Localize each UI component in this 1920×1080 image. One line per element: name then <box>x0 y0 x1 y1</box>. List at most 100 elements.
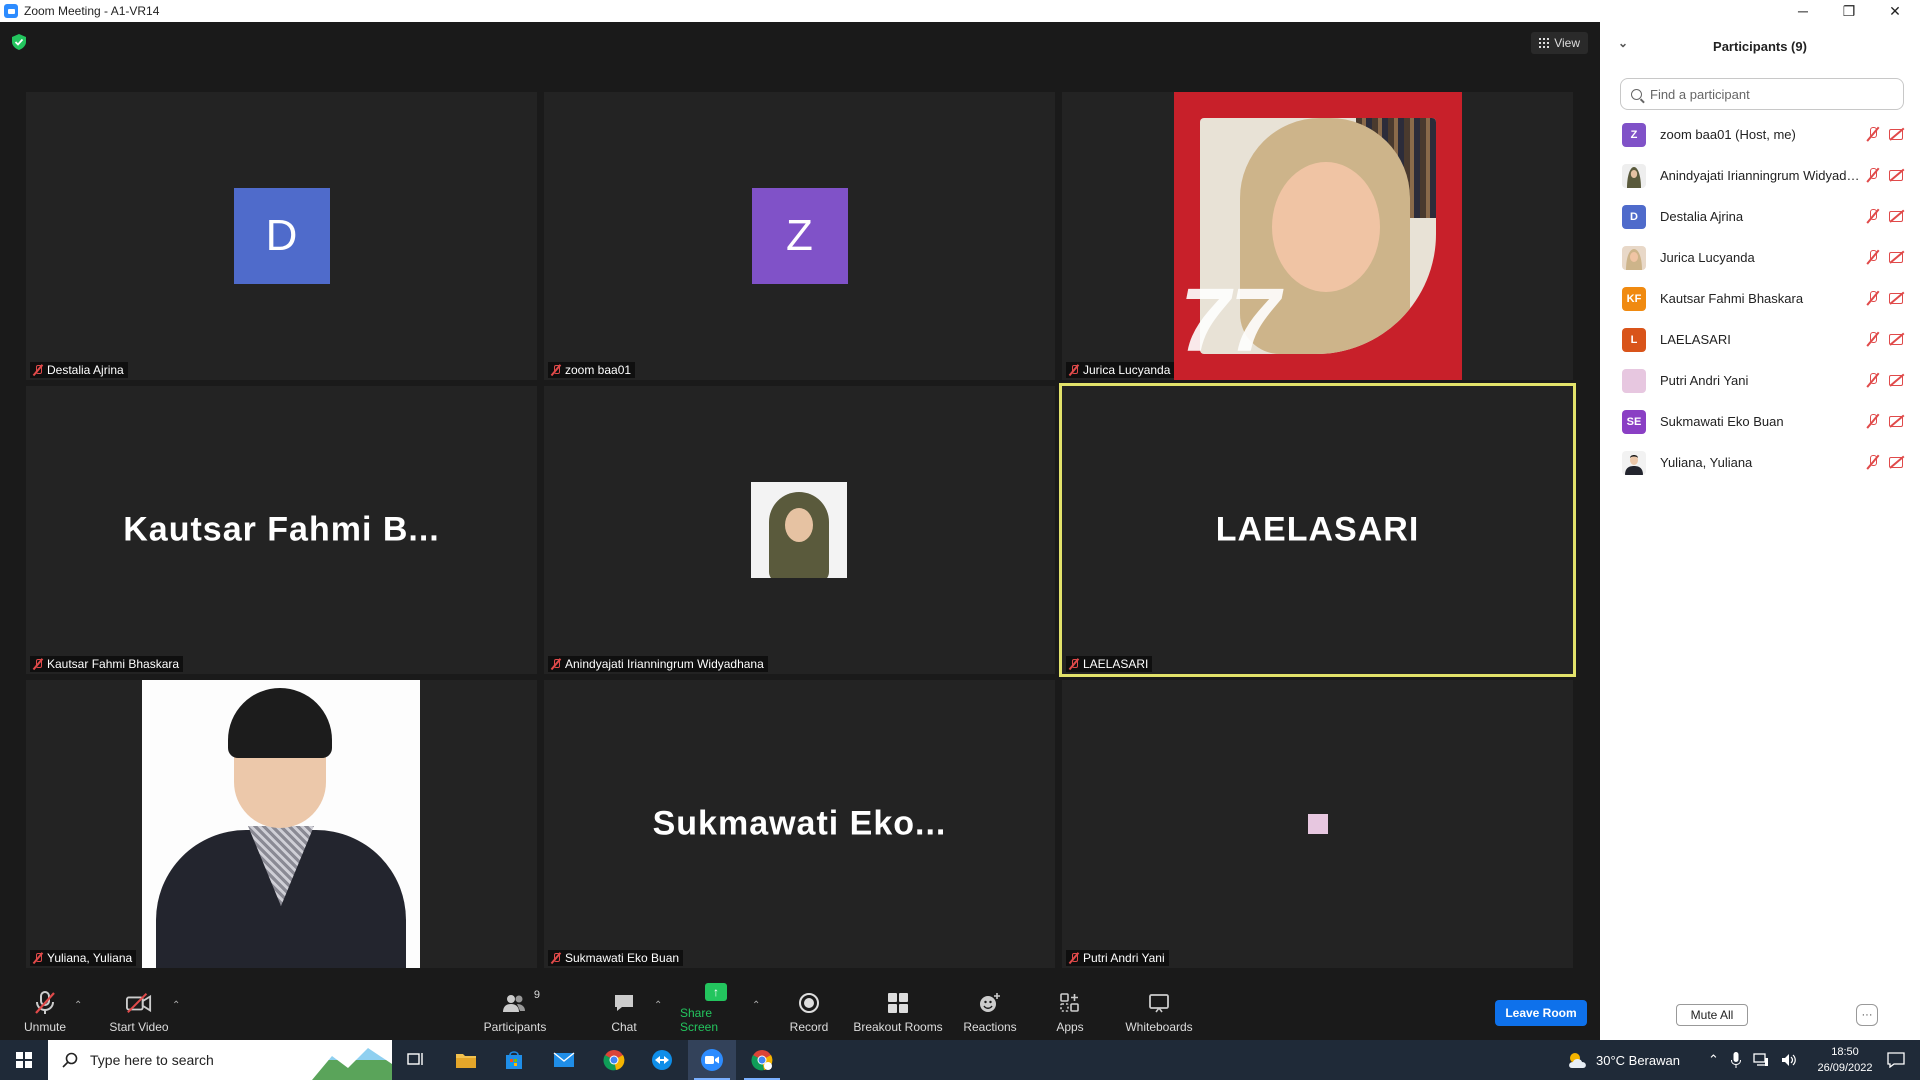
zoom-taskbar-icon[interactable] <box>688 1040 736 1080</box>
video-tile-putri[interactable]: Putri Andri Yani <box>1062 680 1573 968</box>
mic-off-icon[interactable] <box>1866 372 1880 388</box>
mute-all-button[interactable]: Mute All <box>1676 1004 1748 1026</box>
video-off-icon[interactable] <box>1888 331 1906 347</box>
chrome-icon[interactable] <box>590 1040 638 1080</box>
video-options-caret[interactable]: ⌃ <box>172 1000 180 1011</box>
more-options-button[interactable]: ··· <box>1856 1004 1878 1026</box>
weather-widget[interactable]: 30°C Berawan <box>1566 1040 1680 1080</box>
file-explorer-icon[interactable] <box>442 1040 490 1080</box>
reactions-label: Reactions <box>963 1020 1017 1034</box>
leave-room-button[interactable]: Leave Room <box>1495 1000 1587 1026</box>
participant-row[interactable]: D Destalia Ajrina <box>1600 196 1920 237</box>
record-button[interactable]: Record <box>784 982 834 1040</box>
windows-taskbar: 30°C Berawan ⌃ 18:50 26/09/2022 <box>0 1040 1920 1080</box>
profile-photo: 77 <box>1174 92 1462 380</box>
apps-button[interactable]: Apps <box>1050 982 1090 1040</box>
taskbar-search-input[interactable] <box>88 1051 308 1069</box>
name-tag: Yuliana, Yuliana <box>30 950 137 966</box>
close-button[interactable]: ✕ <box>1872 0 1918 22</box>
participant-search[interactable] <box>1620 78 1904 110</box>
mic-off-icon[interactable] <box>1866 126 1880 142</box>
participants-button[interactable]: 9 Participants <box>480 982 550 1040</box>
search-icon <box>62 1052 78 1068</box>
participant-name: Destalia Ajrina <box>47 363 124 377</box>
video-tile-jurica[interactable]: 77 Jurica Lucyanda <box>1062 92 1573 380</box>
name-tag: Sukmawati Eko Buan <box>548 950 684 966</box>
video-tile-yuliana[interactable]: Yuliana, Yuliana <box>26 680 537 968</box>
breakout-rooms-button[interactable]: Breakout Rooms <box>852 982 944 1040</box>
taskbar-search[interactable] <box>48 1040 392 1080</box>
video-tile-sukmawati[interactable]: Sukmawati Eko... Sukmawati Eko Buan <box>544 680 1055 968</box>
participant-search-input[interactable] <box>1648 85 1888 103</box>
chat-options-caret[interactable]: ⌃ <box>654 1000 662 1011</box>
mic-off-icon[interactable] <box>1866 208 1880 224</box>
participant-row[interactable]: Yuliana, Yuliana <box>1600 442 1920 483</box>
chevron-down-icon[interactable]: ⌄ <box>1618 36 1628 50</box>
participant-row[interactable]: Anindyajati Irianningrum Widyadhana <box>1600 155 1920 196</box>
chat-button[interactable]: Chat <box>604 982 644 1040</box>
share-options-caret[interactable]: ⌃ <box>752 1000 760 1011</box>
video-off-icon[interactable] <box>1888 413 1906 429</box>
notification-icon[interactable] <box>1872 1040 1920 1080</box>
camera-off-icon <box>126 991 152 1015</box>
video-off-icon[interactable] <box>1888 372 1906 388</box>
mic-off-icon[interactable] <box>1866 249 1880 265</box>
avatar: D <box>233 188 330 284</box>
minimize-button[interactable]: ─ <box>1780 0 1826 22</box>
name-tag: Putri Andri Yani <box>1066 950 1169 966</box>
task-view-icon[interactable] <box>392 1040 440 1080</box>
video-tile-zoom-baa01[interactable]: Z zoom baa01 <box>544 92 1055 380</box>
participant-row[interactable]: Jurica Lucyanda <box>1600 237 1920 278</box>
participant-row[interactable]: Z zoom baa01 (Host, me) <box>1600 114 1920 155</box>
mic-off-icon[interactable] <box>1866 331 1880 347</box>
video-tile-laelasari-active-speaker[interactable]: LAELASARI LAELASARI <box>1059 383 1576 677</box>
start-video-button[interactable]: Start Video <box>106 982 172 1040</box>
reactions-button[interactable]: Reactions <box>960 982 1020 1040</box>
avatar: D <box>1622 204 1646 229</box>
system-tray: ⌃ <box>1708 1040 1797 1080</box>
participant-row[interactable]: Putri Andri Yani <box>1600 360 1920 401</box>
video-off-icon[interactable] <box>1888 126 1906 142</box>
start-button[interactable] <box>0 1040 48 1080</box>
participant-name: Destalia Ajrina <box>1660 209 1744 224</box>
whiteboards-button[interactable]: Whiteboards <box>1122 982 1196 1040</box>
video-tile-anindyajati[interactable]: Anindyajati Irianningrum Widyadhana <box>544 386 1055 674</box>
video-off-icon[interactable] <box>1888 167 1906 183</box>
video-tile-destalia[interactable]: D Destalia Ajrina <box>26 92 537 380</box>
chevron-up-icon[interactable]: ⌃ <box>1708 1052 1719 1068</box>
video-off-icon[interactable] <box>1888 249 1906 265</box>
chrome-remote-icon[interactable] <box>738 1040 786 1080</box>
mail-icon[interactable] <box>540 1040 588 1080</box>
network-icon[interactable] <box>1753 1053 1769 1067</box>
mic-off-icon <box>550 658 562 670</box>
participant-row[interactable]: KF Kautsar Fahmi Bhaskara <box>1600 278 1920 319</box>
mic-off-icon[interactable] <box>1866 454 1880 470</box>
encryption-shield-icon[interactable] <box>12 34 26 50</box>
view-button[interactable]: View <box>1531 32 1588 54</box>
mic-off-icon[interactable] <box>1866 167 1880 183</box>
record-icon <box>799 993 819 1013</box>
participant-row[interactable]: SE Sukmawati Eko Buan <box>1600 401 1920 442</box>
share-screen-button[interactable]: ↑ Share Screen <box>680 982 752 1040</box>
video-off-icon[interactable] <box>1888 208 1906 224</box>
mic-off-icon[interactable] <box>1866 290 1880 306</box>
whiteboard-icon <box>1146 991 1172 1015</box>
apps-label: Apps <box>1056 1020 1084 1034</box>
audio-options-caret[interactable]: ⌃ <box>74 1000 82 1011</box>
cloud-sun-icon <box>1569 1053 1586 1068</box>
unmute-button[interactable]: Unmute <box>20 982 70 1040</box>
speaker-icon[interactable] <box>1781 1053 1797 1067</box>
taskbar-clock[interactable]: 18:50 26/09/2022 <box>1810 1044 1880 1076</box>
microphone-icon[interactable] <box>1730 1052 1741 1068</box>
unmute-label: Unmute <box>23 1020 67 1034</box>
participant-row[interactable]: L LAELASARI <box>1600 319 1920 360</box>
video-off-icon[interactable] <box>1888 454 1906 470</box>
video-tile-kautsar[interactable]: Kautsar Fahmi B... Kautsar Fahmi Bhaskar… <box>26 386 537 674</box>
teamviewer-icon[interactable] <box>638 1040 686 1080</box>
restore-button[interactable]: ❐ <box>1826 0 1872 22</box>
clock-date: 26/09/2022 <box>1817 1062 1873 1074</box>
mic-off-icon <box>32 364 44 376</box>
microsoft-store-icon[interactable] <box>490 1040 538 1080</box>
video-off-icon[interactable] <box>1888 290 1906 306</box>
mic-off-icon[interactable] <box>1866 413 1880 429</box>
